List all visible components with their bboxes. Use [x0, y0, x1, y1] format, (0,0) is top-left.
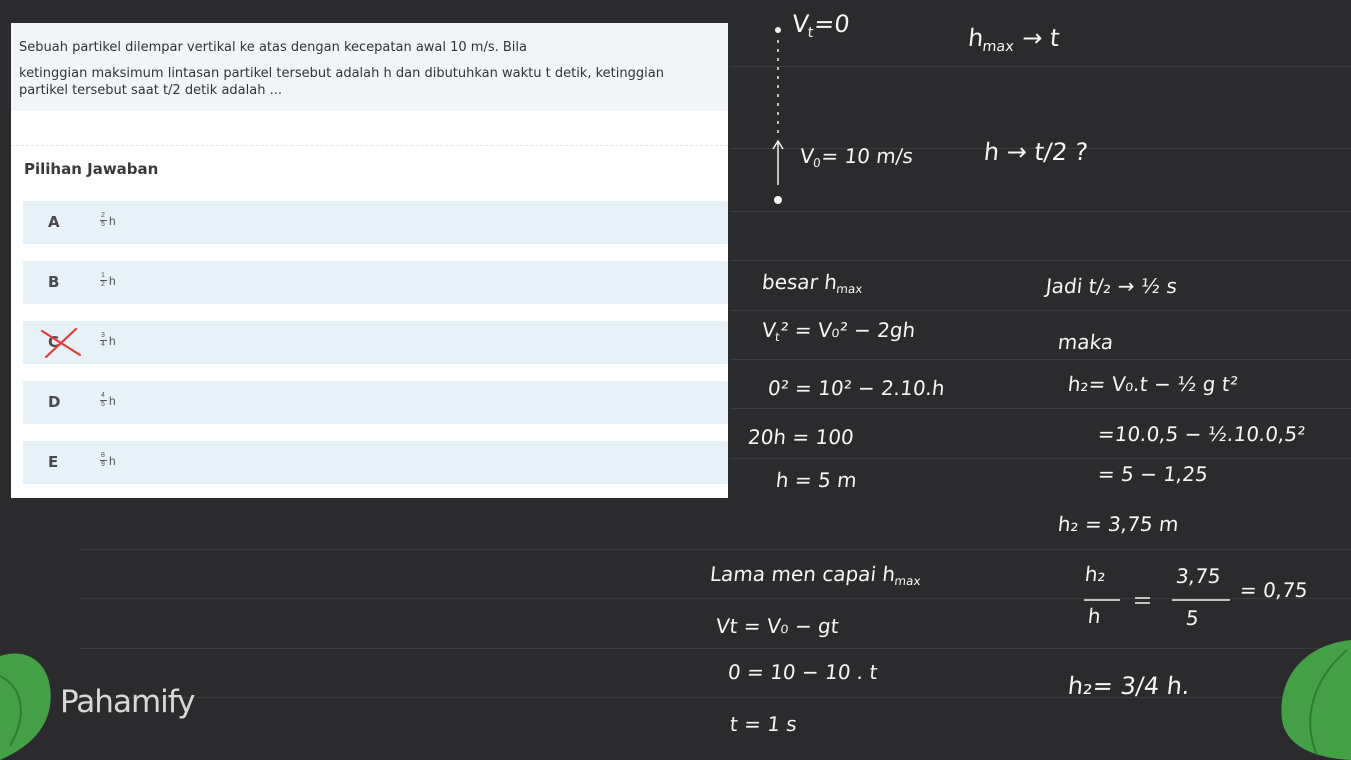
question-text-line1: Sebuah partikel dilempar vertikal ke ata… — [19, 40, 527, 55]
fraction: 89 — [99, 452, 107, 468]
option-letter: B — [48, 273, 60, 291]
hw-h-t-half: h → t/2 ? — [982, 138, 1090, 166]
ruled-line — [730, 408, 1351, 409]
ruled-line — [730, 211, 1351, 212]
option-letter: D — [48, 393, 61, 411]
hw-l1: Vt = V₀ − gt — [714, 614, 840, 638]
fraction: 45 — [99, 392, 107, 408]
ruled-line — [730, 359, 1351, 360]
hw-eq3: 20h = 100 — [746, 425, 856, 449]
option-variable: h — [109, 334, 116, 348]
hw-ratio-num-right: 3,75 — [1174, 564, 1222, 588]
hw-result4: h₂ = 3,75 m — [1056, 512, 1180, 536]
hw-lama: Lama men capai hmax — [708, 562, 922, 589]
leaf-left-icon — [0, 653, 51, 760]
hw-result1: h₂= V₀.t − ½ g t² — [1066, 372, 1240, 396]
divider — [11, 145, 728, 146]
hw-eq4: h = 5 m — [774, 468, 858, 492]
option-d[interactable]: D 45 h — [23, 381, 728, 424]
option-e[interactable]: E 89 h — [23, 441, 728, 484]
hw-ratio-num-left: h₂ — [1083, 562, 1107, 586]
hw-vt-zero: Vt=0 — [790, 10, 852, 42]
hw-ratio-den-left: h — [1086, 604, 1102, 628]
question-card: Sebuah partikel dilempar vertikal ke ata… — [11, 23, 728, 498]
option-b[interactable]: B 12 h — [23, 261, 728, 304]
ruled-line — [80, 648, 1351, 649]
hw-eq1: Vt² = V₀² − 2gh — [760, 318, 917, 345]
ruled-line — [730, 310, 1351, 311]
hw-v0: V0= 10 m/s — [798, 144, 915, 171]
hw-maka: maka — [1056, 330, 1115, 354]
option-letter: A — [48, 213, 60, 231]
answers-title: Pilihan Jawaban — [24, 160, 159, 178]
trajectory-arrow-icon — [772, 27, 784, 204]
ruled-line — [80, 549, 1351, 550]
hw-hmax-t: hmax → t — [966, 24, 1062, 56]
hw-besar: besar hmax — [760, 270, 864, 297]
hw-ratio-value: = 0,75 — [1238, 578, 1309, 602]
fraction: 25 — [99, 212, 107, 228]
option-a[interactable]: A 25 h — [23, 201, 728, 244]
option-letter: E — [48, 453, 59, 471]
cross-mark-icon — [40, 327, 82, 359]
hw-jadi: Jadi t/₂ → ½ s — [1044, 274, 1179, 298]
hw-final: h₂= 3/4 h. — [1066, 672, 1192, 700]
fraction: 12 — [99, 272, 107, 288]
hw-l3: t = 1 s — [728, 712, 799, 736]
option-variable: h — [109, 214, 116, 228]
leaf-right-icon — [1281, 640, 1351, 760]
fraction-bars — [1084, 597, 1230, 604]
question-box: Sebuah partikel dilempar vertikal ke ata… — [11, 23, 728, 111]
question-text-line2: ketinggian maksimum lintasan partikel te… — [19, 66, 664, 81]
option-variable: h — [109, 454, 116, 468]
hw-result2: =10.0,5 − ½.10.0,5² — [1096, 422, 1307, 446]
ruled-line — [730, 458, 1351, 459]
question-text-line3: partikel tersebut saat t/2 detik adalah … — [19, 83, 282, 98]
hw-ratio-den-right: 5 — [1184, 606, 1200, 630]
brand-logo: Pahamify — [60, 684, 195, 720]
hw-l2: 0 = 10 − 10 . t — [726, 660, 879, 684]
option-variable: h — [109, 394, 116, 408]
hw-eq2: 0² = 10² − 2.10.h — [766, 376, 946, 400]
fraction: 34 — [99, 332, 107, 348]
option-c[interactable]: C 34 h — [23, 321, 728, 364]
option-variable: h — [109, 274, 116, 288]
hw-result3: = 5 − 1,25 — [1096, 462, 1210, 486]
ruled-line — [730, 260, 1351, 261]
ruled-line — [730, 66, 1351, 67]
